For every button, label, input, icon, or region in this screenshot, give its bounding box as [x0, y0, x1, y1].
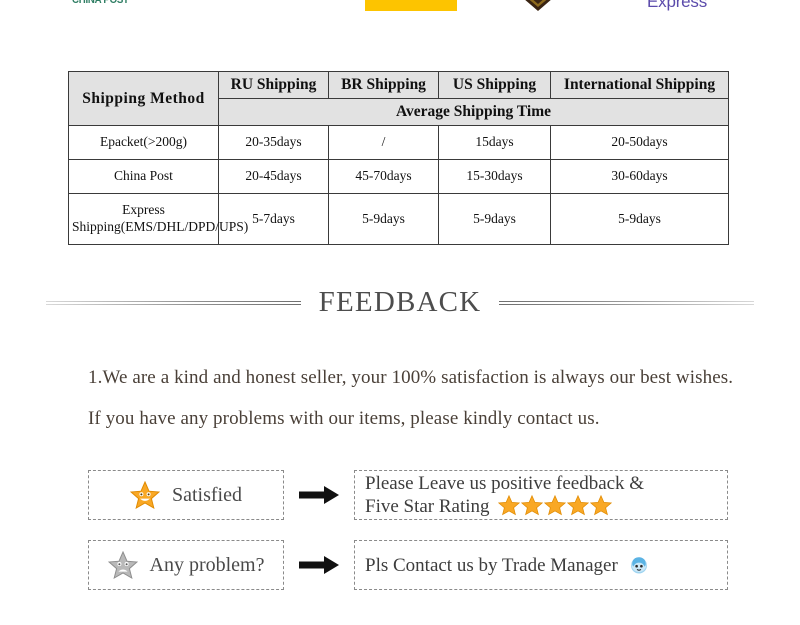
cell-br: 5-9days — [328, 192, 439, 245]
cell-br: 45-70days — [328, 158, 439, 194]
right-arrow-icon — [284, 555, 354, 575]
header-international-shipping: International Shipping — [550, 71, 729, 99]
feedback-row-satisfied: Satisfied Please Leave us positive feedb… — [88, 470, 728, 520]
dhl-logo — [365, 0, 457, 11]
five-stars-icon — [498, 495, 613, 516]
cell-br: / — [328, 125, 439, 160]
table-row: Epacket(>200g) 20-35days / 15days 20-50d… — [68, 125, 729, 160]
fedex-express-logo: Express — [647, 0, 708, 11]
feedback-row-problem: Any problem? Pls Contact us by Trade Man… — [88, 540, 728, 590]
cell-us: 15-30days — [438, 158, 551, 194]
positive-feedback-line2: Five Star Rating — [365, 496, 490, 517]
positive-feedback-line1: Please Leave us positive feedback & — [365, 473, 645, 494]
cell-intl: 20-50days — [550, 125, 729, 160]
trade-manager-box: Pls Contact us by Trade Manager — [354, 540, 728, 590]
trade-manager-text: Pls Contact us by Trade Manager — [365, 554, 618, 576]
cell-us: 15days — [438, 125, 551, 160]
any-problem-box: Any problem? — [88, 540, 284, 590]
right-arrow-icon — [284, 485, 354, 505]
header-shipping-method: Shipping Method — [68, 71, 219, 126]
cell-intl: 5-9days — [550, 192, 729, 245]
cell-ru: 20-45days — [218, 158, 329, 194]
table-row: Express Shipping(EMS/DHL/DPD/UPS) 5-7day… — [68, 192, 729, 245]
table-header-row: Shipping Method RU Shipping BR Shipping … — [68, 71, 729, 126]
satisfied-box: Satisfied — [88, 470, 284, 520]
positive-feedback-box: Please Leave us positive feedback & Five… — [354, 470, 728, 520]
cell-us: 5-9days — [438, 192, 551, 245]
cell-ru: 20-35days — [218, 125, 329, 160]
cell-intl: 30-60days — [550, 158, 729, 194]
header-ru-shipping: RU Shipping — [218, 71, 329, 99]
divider-right — [499, 300, 755, 305]
page-title: FEEDBACK — [318, 286, 482, 318]
happy-star-icon — [130, 480, 160, 510]
any-problem-label: Any problem? — [149, 553, 265, 576]
feedback-intro-text: 1.We are a kind and honest seller, your … — [88, 367, 734, 429]
header-average-shipping-time: Average Shipping Time — [218, 98, 729, 126]
header-us-shipping: US Shipping — [438, 71, 551, 99]
cell-method: Express Shipping(EMS/DHL/DPD/UPS) — [68, 192, 248, 245]
cell-method: Epacket(>200g) — [68, 125, 219, 160]
feedback-section-heading: FEEDBACK — [0, 288, 800, 317]
trade-manager-icon — [629, 555, 649, 575]
sad-star-icon — [107, 550, 138, 580]
divider-left — [45, 300, 301, 305]
satisfied-label: Satisfied — [172, 483, 242, 506]
shipping-time-table: Shipping Method RU Shipping BR Shipping … — [68, 71, 729, 245]
header-br-shipping: BR Shipping — [328, 71, 439, 99]
table-row: China Post 20-45days 45-70days 15-30days… — [68, 158, 729, 194]
partner-logos-strip: CHINA POST Express — [0, 0, 800, 30]
china-post-logo: CHINA POST — [72, 0, 129, 6]
ups-shield-icon — [516, 0, 560, 12]
cell-method: China Post — [68, 158, 219, 194]
